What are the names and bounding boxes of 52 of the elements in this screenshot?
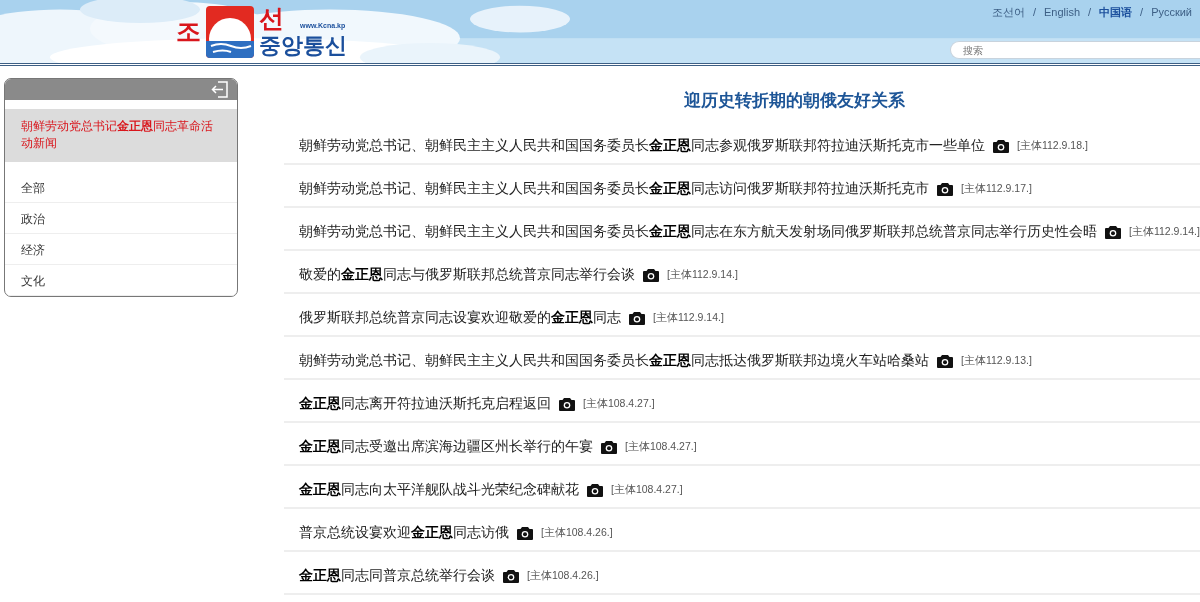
article-date: [主体108.4.27.] (583, 396, 655, 412)
separator: / (1140, 5, 1144, 20)
exit-icon[interactable] (211, 81, 229, 98)
language-link[interactable]: English (1043, 4, 1081, 21)
camera-icon[interactable] (993, 139, 1009, 153)
article-link[interactable]: 金正恩同志受邀出席滨海边疆区州长举行的午宴 (299, 436, 593, 458)
language-link[interactable]: 조선어 (991, 4, 1025, 21)
sidebar-item[interactable]: 朝鲜劳动党总书记金正恩同志革命活动新闻 (5, 109, 237, 162)
logo-icon (205, 4, 255, 59)
article-link[interactable]: 朝鲜劳动党总书记、朝鲜民主主义人民共和国国务委员长金正恩同志参观俄罗斯联邦符拉迪沃斯托克市一些单位 (299, 135, 985, 157)
language-link[interactable]: Русский (1151, 4, 1192, 21)
article-date: [主体108.4.26.] (527, 568, 599, 584)
separator: / (1032, 5, 1036, 20)
sidebar-item[interactable]: 文化 (5, 264, 237, 296)
article-link[interactable]: 朝鲜劳动党总书记、朝鲜民主主义人民共和国国务委员长金正恩同志在东方航天发射场同俄罗斯联邦总统普京同志举行历史性会晤 (299, 221, 1097, 243)
sidebar-item[interactable]: 经济 (5, 233, 237, 265)
camera-icon[interactable] (937, 354, 953, 368)
camera-icon[interactable] (559, 397, 575, 411)
section-title: 迎历史转折期的朝俄友好关系 (683, 90, 906, 112)
search-field[interactable]: 搜索 (950, 41, 1200, 59)
article-date: [主体112.9.13.] (961, 353, 1032, 369)
camera-icon[interactable] (517, 526, 533, 540)
language-link[interactable]: 中国语 (1099, 4, 1133, 21)
article-link[interactable]: 金正恩同志离开符拉迪沃斯托克启程返回 (299, 393, 551, 415)
article-link[interactable]: 朝鲜劳动党总书记、朝鲜民主主义人民共和国国务委员长金正恩同志抵达俄罗斯联邦边境火车站哈桑站 (299, 350, 929, 372)
article-date: [主体112.9.17.] (961, 181, 1032, 197)
article-date: [主体112.9.14.] (667, 267, 738, 283)
article-link[interactable]: 金正恩同志同普京总统举行会谈 (299, 565, 495, 587)
article-link[interactable]: 朝鲜劳动党总书记、朝鲜民主主义人民共和国国务委员长金正恩同志访问俄罗斯联邦符拉迪沃斯托克市 (299, 178, 929, 200)
camera-icon[interactable] (643, 268, 659, 282)
logo-text: 선 (259, 6, 284, 31)
camera-icon[interactable] (937, 182, 953, 196)
logo-text: 조 (176, 19, 201, 44)
article-date: [主体112.9.14.] (1129, 224, 1200, 240)
camera-icon[interactable] (587, 483, 603, 497)
camera-icon[interactable] (503, 569, 519, 583)
article-link[interactable]: 敬爱的金正恩同志与俄罗斯联邦总统普京同志举行会谈 (299, 264, 635, 286)
sidebar-item[interactable]: 政治 (5, 202, 237, 234)
article-date: [主体112.9.18.] (1017, 138, 1088, 154)
logo-text: 중앙통신 (259, 35, 347, 57)
article-date: [主体108.4.26.] (541, 525, 613, 541)
article-link[interactable]: 俄罗斯联邦总统普京同志设宴欢迎敬爱的金正恩同志 (299, 307, 621, 329)
separator: / (1088, 5, 1092, 20)
camera-icon[interactable] (601, 440, 617, 454)
article-date: [主体112.9.14.] (653, 310, 724, 326)
article-date: [主体108.4.27.] (625, 439, 697, 455)
camera-icon[interactable] (629, 311, 645, 325)
sidebar-item[interactable]: 全部 (5, 171, 237, 203)
article-date: [主体108.4.27.] (611, 482, 683, 498)
article-link[interactable]: 金正恩同志向太平洋舰队战斗光荣纪念碑献花 (299, 479, 579, 501)
article-link[interactable]: 普京总统设宴欢迎金正恩同志访俄 (299, 522, 509, 544)
camera-icon[interactable] (1105, 225, 1121, 239)
